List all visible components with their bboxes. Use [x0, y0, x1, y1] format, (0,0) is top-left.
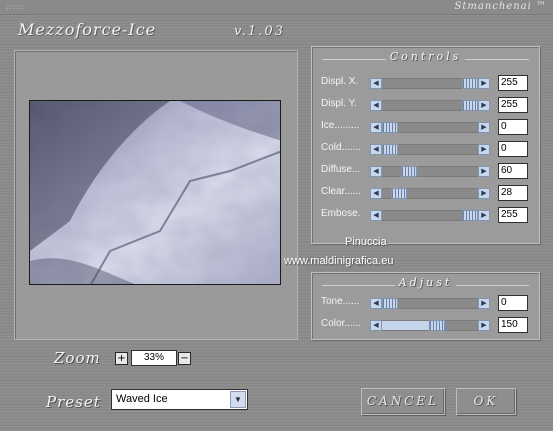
slider-label: Embose.: [321, 208, 361, 219]
adjust-panel: Adjust Tone...... ◀ ▶ 0 Color...... ◀ ▶ 150: [311, 272, 540, 340]
arrow-right-icon[interactable]: ▶: [478, 320, 490, 331]
preview-image-art: [30, 101, 280, 284]
controls-title: Controls: [385, 50, 466, 63]
slider-thumb[interactable]: [462, 78, 478, 89]
chevron-down-icon[interactable]: ▼: [230, 391, 246, 408]
slider-thumb[interactable]: [462, 100, 478, 111]
arrow-left-icon[interactable]: ◀: [370, 188, 382, 199]
arrow-right-icon[interactable]: ▶: [478, 188, 490, 199]
slider-thumb[interactable]: [382, 144, 398, 155]
controls-panel: Controls Displ. X. ◀ ▶ 255 Displ. Y. ◀ ▶ 255 Ice…: [311, 46, 540, 244]
title-bar: :::::: Stmanchenai ™: [0, 0, 553, 15]
filter-title: Mezzoforce-Ice: [18, 20, 157, 39]
value-input[interactable]: 150: [498, 317, 528, 333]
slider-thumb[interactable]: [401, 166, 417, 177]
slider-label: Diffuse...: [321, 164, 361, 175]
arrow-left-icon[interactable]: ◀: [370, 320, 382, 331]
value-input[interactable]: 255: [498, 97, 528, 113]
arrow-right-icon[interactable]: ▶: [478, 100, 490, 111]
slider-thumb[interactable]: [382, 122, 398, 133]
value-input[interactable]: 0: [498, 295, 528, 311]
slider-row: Embose. ◀ ▶ 255: [312, 207, 541, 223]
arrow-left-icon[interactable]: ◀: [370, 210, 382, 221]
slider-row: Displ. Y. ◀ ▶ 255: [312, 97, 541, 113]
value-input[interactable]: 60: [498, 163, 528, 179]
slider-row: Displ. X. ◀ ▶ 255: [312, 75, 541, 91]
watermark-url: www.maldinigrafica.eu: [284, 255, 394, 267]
zoom-out-button[interactable]: −: [178, 352, 191, 365]
arrow-left-icon[interactable]: ◀: [370, 144, 382, 155]
slider-thumb[interactable]: [429, 320, 445, 331]
zoom-label: Zoom: [54, 349, 101, 367]
arrow-right-icon[interactable]: ▶: [478, 144, 490, 155]
version-label: v.1.03: [234, 24, 285, 39]
watermark-name: Pinuccia: [345, 236, 387, 248]
value-input[interactable]: 28: [498, 185, 528, 201]
slider-thumb[interactable]: [462, 210, 478, 221]
slider-row: Ice......... ◀ ▶ 0: [312, 119, 541, 135]
value-input[interactable]: 0: [498, 141, 528, 157]
arrow-right-icon[interactable]: ▶: [478, 298, 490, 309]
ok-button[interactable]: OK: [456, 388, 516, 415]
preset-label: Preset: [46, 393, 101, 411]
slider-track[interactable]: [370, 188, 490, 199]
zoom-value: 33%: [131, 350, 177, 366]
arrow-left-icon[interactable]: ◀: [370, 298, 382, 309]
arrow-right-icon[interactable]: ▶: [478, 78, 490, 89]
arrow-right-icon[interactable]: ▶: [478, 122, 490, 133]
arrow-right-icon[interactable]: ▶: [478, 210, 490, 221]
arrow-left-icon[interactable]: ◀: [370, 122, 382, 133]
adjust-header: Adjust: [312, 276, 539, 289]
slider-row: Color...... ◀ ▶ 150: [312, 317, 541, 333]
slider-label: Ice.........: [321, 120, 360, 131]
arrow-left-icon[interactable]: ◀: [370, 100, 382, 111]
slider-track[interactable]: [370, 166, 490, 177]
preview-frame: [14, 50, 298, 340]
preset-dropdown[interactable]: Waved Ice ▼: [111, 389, 248, 410]
arrow-left-icon[interactable]: ◀: [370, 78, 382, 89]
arrow-left-icon[interactable]: ◀: [370, 166, 382, 177]
preview-image[interactable]: [29, 100, 281, 285]
adjust-title: Adjust: [394, 276, 457, 289]
value-input[interactable]: 255: [498, 207, 528, 223]
preset-value: Waved Ice: [116, 393, 168, 405]
value-input[interactable]: 0: [498, 119, 528, 135]
zoom-in-button[interactable]: +: [115, 352, 128, 365]
grip-handle[interactable]: ::::::: [6, 3, 26, 11]
slider-row: Cold....... ◀ ▶ 0: [312, 141, 541, 157]
slider-row: Diffuse... ◀ ▶ 60: [312, 163, 541, 179]
slider-label: Displ. X.: [321, 76, 359, 87]
slider-row: Tone...... ◀ ▶ 0: [312, 295, 541, 311]
slider-row: Clear...... ◀ ▶ 28: [312, 185, 541, 201]
slider-label: Displ. Y.: [321, 98, 357, 109]
slider-thumb[interactable]: [382, 298, 398, 309]
controls-header: Controls: [312, 50, 539, 63]
slider-thumb[interactable]: [391, 188, 407, 199]
slider-label: Cold.......: [321, 142, 362, 153]
slider-label: Clear......: [321, 186, 362, 197]
slider-label: Color......: [321, 318, 362, 329]
value-input[interactable]: 255: [498, 75, 528, 91]
arrow-right-icon[interactable]: ▶: [478, 166, 490, 177]
cancel-button[interactable]: CANCEL: [361, 388, 445, 415]
slider-label: Tone......: [321, 296, 360, 307]
brand-text: Stmanchenai ™: [454, 1, 547, 12]
